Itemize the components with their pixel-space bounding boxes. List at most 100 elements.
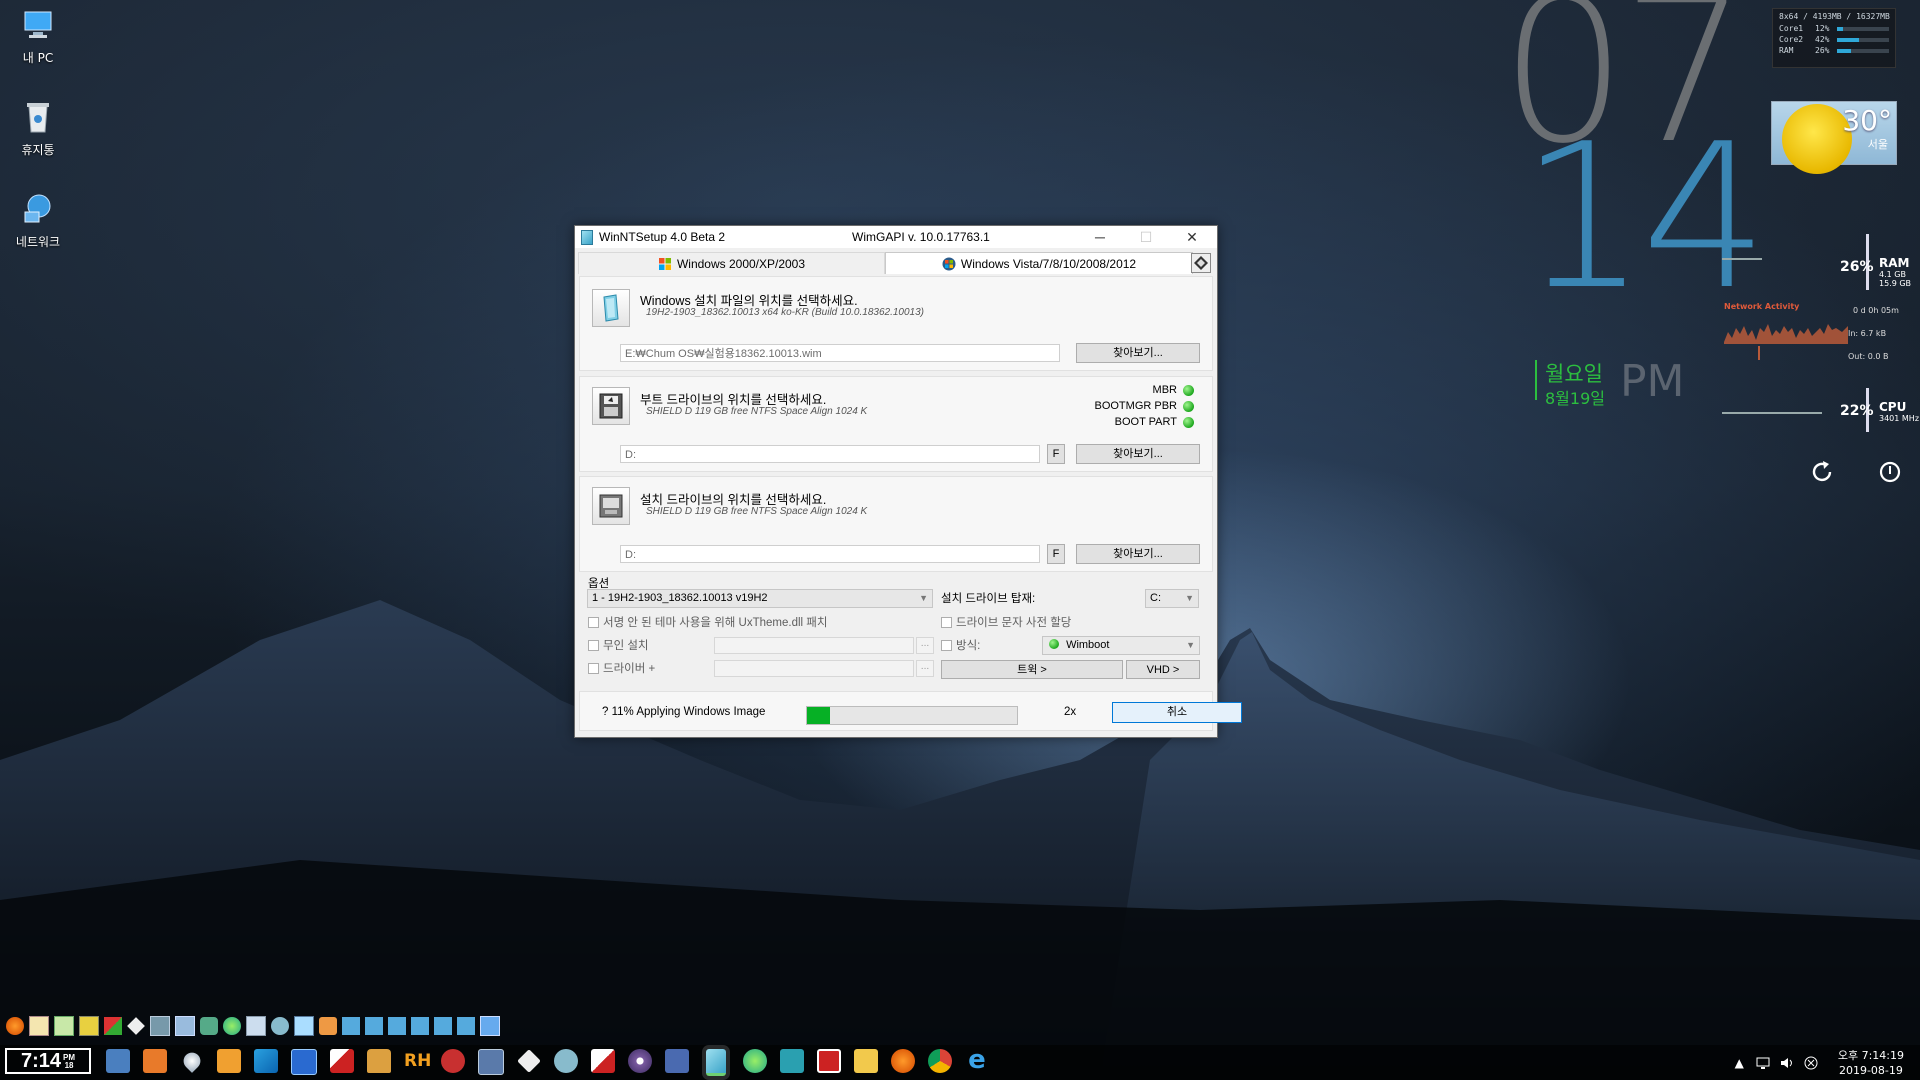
internet-explorer-icon[interactable]: e — [965, 1047, 989, 1073]
pdf-tool-icon[interactable] — [591, 1049, 615, 1073]
boot-drive-field[interactable]: D: — [620, 445, 1040, 463]
close-circle-icon[interactable] — [1804, 1056, 1818, 1070]
network-tool-icon[interactable] — [175, 1016, 195, 1036]
tab-label: Windows 2000/XP/2003 — [676, 256, 806, 271]
unattend-path-field[interactable] — [714, 637, 914, 654]
weather-widget[interactable]: 30° 서울 — [1771, 101, 1897, 174]
tray-clock[interactable]: 오후 7:14:19 2019-08-19 — [1838, 1048, 1904, 1078]
system-info-icon[interactable] — [478, 1049, 504, 1075]
firefox-browser-icon[interactable] — [891, 1049, 915, 1073]
rh-tool-icon[interactable]: RH — [404, 1049, 431, 1073]
remote-tool-icon[interactable] — [665, 1049, 689, 1073]
registry-tool-icon[interactable] — [246, 1016, 266, 1036]
network-tray-icon[interactable] — [1756, 1056, 1772, 1070]
mode-select-value: Wimboot — [1066, 639, 1110, 651]
source-path-field[interactable]: E:₩Chum OS₩실험용18362.10013.wim — [620, 344, 1060, 362]
chevron-up-icon[interactable]: ▲ — [1735, 1056, 1744, 1070]
media-icon[interactable] — [217, 1049, 241, 1073]
status-label: BOOTMGR PBR — [1094, 400, 1177, 412]
chrome-browser-icon[interactable] — [928, 1049, 952, 1073]
drivers-browse-button[interactable]: ... — [916, 660, 934, 677]
folder-desktop-icon[interactable] — [434, 1017, 452, 1035]
display-settings-icon[interactable] — [480, 1016, 500, 1036]
notepad-icon[interactable] — [29, 1016, 49, 1036]
minimize-button[interactable]: ─ — [1077, 226, 1123, 248]
cancel-button[interactable]: 취소 — [1112, 702, 1242, 723]
power-icon[interactable] — [1878, 460, 1902, 484]
mode-checkbox[interactable] — [941, 640, 952, 651]
window-titlebar[interactable]: WinNTSetup 4.0 Beta 2 WimGAPI v. 10.0.17… — [575, 226, 1217, 248]
firefox-icon[interactable] — [6, 1017, 24, 1035]
bug-tool-icon[interactable] — [441, 1049, 465, 1073]
tab-legacy-windows[interactable]: Windows 2000/XP/2003 — [578, 252, 885, 274]
uxtheme-checkbox[interactable] — [588, 617, 599, 628]
mount-drive-value: C: — [1150, 592, 1161, 604]
diamond-tool-icon[interactable] — [127, 1017, 145, 1035]
restart-icon[interactable] — [1810, 460, 1834, 484]
install-browse-button[interactable]: 찾아보기... — [1076, 544, 1200, 564]
system-row-bar — [1837, 26, 1889, 31]
speed-toggle[interactable]: 2x — [1064, 706, 1076, 718]
winntsetup-taskbar-icon[interactable] — [706, 1049, 726, 1076]
partition-tool-icon[interactable] — [223, 1017, 241, 1035]
diamond-app-icon[interactable] — [517, 1049, 541, 1073]
unattend-checkbox[interactable] — [588, 640, 599, 651]
process-tool-icon[interactable] — [817, 1049, 841, 1073]
water-drop-icon[interactable] — [180, 1049, 204, 1073]
taskbar-big-clock[interactable]: 7:14 PM 18 — [5, 1048, 91, 1074]
backup-tool-icon[interactable] — [780, 1049, 804, 1073]
progress-bar-area: ? 11% Applying Windows Image 2x 취소 — [579, 691, 1242, 731]
disk-tool-icon[interactable] — [200, 1017, 218, 1035]
pc-tool-icon[interactable] — [150, 1016, 170, 1036]
boot-browse-button[interactable]: 찾아보기... — [1076, 444, 1200, 464]
partition-app-icon[interactable] — [743, 1049, 767, 1073]
drivers-checkbox[interactable] — [588, 663, 599, 674]
system-tool-icon[interactable] — [104, 1017, 122, 1035]
calculator-icon[interactable] — [54, 1016, 74, 1036]
vhd-button[interactable]: VHD > — [1126, 660, 1200, 679]
mount-drive-label: 설치 드라이브 탑재: — [941, 593, 1036, 605]
disc-tool-icon[interactable] — [628, 1049, 652, 1073]
source-browse-button[interactable]: 찾아보기... — [1076, 343, 1200, 363]
tab-modern-windows[interactable]: Windows Vista/7/8/10/2008/2012 — [885, 252, 1193, 274]
boot-format-button[interactable]: F — [1047, 444, 1065, 464]
settings-diamond-icon[interactable] — [1191, 253, 1211, 273]
desktop-icon-this-pc[interactable]: 내 PC — [8, 8, 68, 66]
volume-icon[interactable] — [1780, 1056, 1796, 1070]
font-tool-icon[interactable] — [291, 1049, 317, 1075]
taskbar-apps: RH e — [106, 1047, 1002, 1076]
system-row: RAM 26% — [1773, 45, 1895, 56]
package-tool-icon[interactable] — [319, 1017, 337, 1035]
desktop-icon-recycle-bin[interactable]: 휴지통 — [8, 100, 68, 158]
package-icon[interactable] — [143, 1049, 167, 1073]
folder-downloads-icon[interactable] — [388, 1017, 406, 1035]
image-tool-icon[interactable] — [330, 1049, 354, 1073]
close-button[interactable]: ✕ — [1169, 226, 1215, 248]
mode-select[interactable]: Wimboot ▼ — [1042, 636, 1200, 655]
edition-select[interactable]: 1 - 19H2-1903_18362.10013 v19H2 ▼ — [587, 589, 933, 608]
desktop-icon-network[interactable]: 네트워크 — [8, 192, 68, 250]
windows-logo-icon[interactable] — [254, 1049, 278, 1073]
usb-tool-icon[interactable] — [271, 1017, 289, 1035]
drivers-label: 드라이버 + — [603, 663, 656, 675]
folder-pictures-icon[interactable] — [457, 1017, 475, 1035]
folder-home-icon[interactable] — [342, 1017, 360, 1035]
install-format-button[interactable]: F — [1047, 544, 1065, 564]
drivers-path-field[interactable] — [714, 660, 914, 677]
folder-documents-icon[interactable] — [365, 1017, 383, 1035]
preassign-letter-checkbox[interactable] — [941, 617, 952, 628]
tweaks-button[interactable]: 트윅 > — [941, 660, 1123, 679]
status-label: MBR — [1152, 384, 1177, 396]
folder-search-icon[interactable] — [411, 1017, 429, 1035]
maximize-button[interactable]: ☐ — [1123, 226, 1169, 248]
network-app-icon[interactable] — [554, 1049, 578, 1073]
file-explorer-icon[interactable] — [854, 1049, 878, 1073]
explorer-pc-icon[interactable] — [106, 1049, 130, 1073]
mount-drive-select[interactable]: C: ▼ — [1145, 589, 1199, 608]
tray-date: 2019-08-19 — [1838, 1063, 1903, 1077]
unattend-browse-button[interactable]: ... — [916, 637, 934, 654]
setup-tool-icon[interactable] — [294, 1016, 314, 1036]
paint-icon[interactable] — [79, 1016, 99, 1036]
install-drive-field[interactable]: D: — [620, 545, 1040, 563]
lock-icon[interactable] — [367, 1049, 391, 1073]
